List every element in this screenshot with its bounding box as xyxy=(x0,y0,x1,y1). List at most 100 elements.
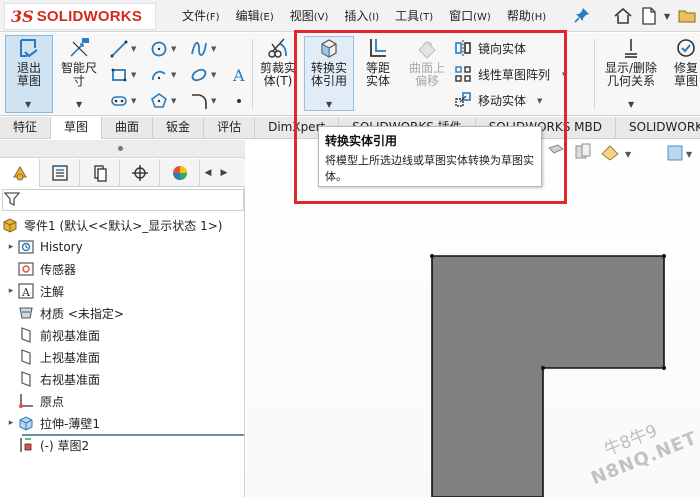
tree-root-label: 零件1 (默认<<默认>_显示状态 1>) xyxy=(24,218,223,233)
red-highlight-box xyxy=(294,30,567,204)
new-document-icon[interactable] xyxy=(638,5,660,27)
menu-file-label: 文件 xyxy=(182,9,207,23)
rectangle-dropdown-icon[interactable]: ▼ xyxy=(131,71,136,79)
line-dropdown-icon[interactable]: ▼ xyxy=(131,45,136,53)
svg-text:A: A xyxy=(232,66,245,84)
dimxpert-manager-tab-icon[interactable] xyxy=(120,159,160,187)
menu-help-key: (H) xyxy=(530,12,547,23)
text-icon[interactable]: A xyxy=(228,65,250,85)
menu-edit-key: (E) xyxy=(259,12,274,23)
arc-dropdown-icon[interactable]: ▼ xyxy=(171,71,176,79)
menu-tools-label: 工具 xyxy=(395,9,420,23)
repair-label: 修复草图 xyxy=(673,61,698,88)
new-dropdown-icon[interactable]: ▼ xyxy=(664,12,672,21)
menu-view[interactable]: 视图(V) xyxy=(284,0,335,32)
tab-sketch[interactable]: 草图 xyxy=(51,117,103,139)
rectangle-icon[interactable] xyxy=(108,65,130,85)
tree-item-front-plane[interactable]: 前视基准面 xyxy=(16,324,100,346)
tree-item-sensors[interactable]: 传感器 xyxy=(16,258,76,280)
tab-cam[interactable]: SOLIDWORKS CAM xyxy=(616,117,700,139)
tree-item-material[interactable]: 材质 <未指定> xyxy=(16,302,124,324)
filter-icon[interactable] xyxy=(3,191,21,207)
rollback-bar[interactable] xyxy=(22,434,244,436)
feature-filter-box[interactable] xyxy=(2,189,244,211)
tree-root-part[interactable]: 零件1 (默认<<默认>_显示状态 1>) xyxy=(0,214,222,236)
tab-evaluate[interactable]: 评估 xyxy=(204,117,256,139)
circle-dropdown-icon[interactable]: ▼ xyxy=(171,45,176,53)
menu-help-label: 帮助 xyxy=(506,9,531,23)
menu-window[interactable]: 窗口(W) xyxy=(443,0,497,32)
open-folder-icon[interactable] xyxy=(676,5,698,27)
menu-file[interactable]: 文件(F) xyxy=(176,0,226,32)
tree-item-origin[interactable]: 原点 xyxy=(16,390,64,412)
menu-edit[interactable]: 编辑(E) xyxy=(230,0,280,32)
tree-item-right-plane[interactable]: 右视基准面 xyxy=(16,368,100,390)
trim-label: 剪裁实体(T) xyxy=(259,61,296,88)
repair-sketch-icon xyxy=(673,35,699,61)
polygon-icon[interactable] xyxy=(148,91,170,111)
menu-bar: 文件(F) 编辑(E) 视图(V) 插入(I) 工具(T) 窗口(W) 帮助(H… xyxy=(176,0,556,32)
slot-dropdown-icon[interactable]: ▼ xyxy=(131,97,136,105)
ellipse-dropdown-icon[interactable]: ▼ xyxy=(211,71,216,79)
property-manager-tab-icon[interactable] xyxy=(40,159,80,187)
panel-resize-handle[interactable] xyxy=(0,140,245,158)
tree-item-extrude-thin[interactable]: ▸ 拉伸-薄壁1 xyxy=(6,412,100,434)
arc-icon[interactable] xyxy=(148,65,170,85)
part-icon xyxy=(0,216,20,234)
tab-surfaces[interactable]: 曲面 xyxy=(102,117,154,139)
smart-dimension-dropdown-icon[interactable]: ▼ xyxy=(76,100,82,109)
expand-arrow-icon[interactable]: ▸ xyxy=(6,286,16,296)
tree-item-sketch2[interactable]: (-) 草图2 xyxy=(16,434,89,456)
panel-tab-left-arrow-icon[interactable]: ◀ xyxy=(200,159,216,187)
menu-insert-label: 插入 xyxy=(344,9,369,23)
panel-tab-right-arrow-icon[interactable]: ▶ xyxy=(216,159,232,187)
point-icon[interactable] xyxy=(228,91,250,111)
polygon-dropdown-icon[interactable]: ▼ xyxy=(171,97,176,105)
home-icon[interactable] xyxy=(612,5,634,27)
exit-sketch-button[interactable]: 退出草图 xyxy=(6,35,52,88)
solidworks-logo[interactable]: 3S SOLIDWORKS xyxy=(4,3,156,30)
tree-item-label: 材质 <未指定> xyxy=(40,306,124,321)
smart-dimension-label: 智能尺寸 xyxy=(60,61,97,88)
title-bar: 3S SOLIDWORKS 文件(F) 编辑(E) 视图(V) 插入(I) 工具… xyxy=(0,0,700,32)
expand-arrow-icon[interactable]: ▸ xyxy=(6,418,16,428)
origin-icon xyxy=(16,392,36,410)
tab-features[interactable]: 特征 xyxy=(0,117,52,139)
pin-icon[interactable] xyxy=(574,7,592,25)
display-delete-relations-button[interactable]: 显示/删除几何关系 xyxy=(600,35,662,88)
feature-manager-tab-icon[interactable] xyxy=(0,159,40,187)
configuration-manager-tab-icon[interactable] xyxy=(80,159,120,187)
plane-icon xyxy=(16,348,36,366)
repair-sketch-button[interactable]: 修复草图 xyxy=(666,35,700,88)
fillet-dropdown-icon[interactable]: ▼ xyxy=(211,97,216,105)
menu-help[interactable]: 帮助(H) xyxy=(501,0,552,32)
tree-item-label: (-) 草图2 xyxy=(40,438,90,453)
tree-item-history[interactable]: ▸ History xyxy=(6,236,83,258)
tab-sheet-metal[interactable]: 钣金 xyxy=(153,117,205,139)
relations-icon xyxy=(618,35,644,61)
tree-item-annotations[interactable]: ▸ A 注解 xyxy=(6,280,64,302)
fillet-icon[interactable] xyxy=(188,91,210,111)
spline-dropdown-icon[interactable]: ▼ xyxy=(211,45,216,53)
tree-item-top-plane[interactable]: 上视基准面 xyxy=(16,346,100,368)
display-manager-tab-icon[interactable] xyxy=(160,159,200,187)
plane-icon xyxy=(16,370,36,388)
menu-view-key: (V) xyxy=(313,12,329,23)
line-icon[interactable] xyxy=(108,39,130,59)
exit-sketch-dropdown-icon[interactable]: ▼ xyxy=(25,100,31,109)
circle-icon[interactable] xyxy=(148,39,170,59)
relations-dropdown-icon[interactable]: ▼ xyxy=(628,100,634,109)
menu-tools-key: (T) xyxy=(419,12,434,23)
smart-dimension-button[interactable]: 智能尺寸 xyxy=(56,35,102,88)
tree-item-label: History xyxy=(40,240,83,254)
logo-prefix: 3S xyxy=(11,7,34,26)
ribbon-separator xyxy=(594,39,595,109)
spline-icon[interactable] xyxy=(188,39,210,59)
ellipse-icon[interactable] xyxy=(188,65,210,85)
menu-tools[interactable]: 工具(T) xyxy=(389,0,439,32)
menu-insert[interactable]: 插入(I) xyxy=(338,0,385,32)
slot-icon[interactable] xyxy=(108,91,130,111)
expand-arrow-icon[interactable]: ▸ xyxy=(6,242,16,252)
exit-sketch-icon xyxy=(16,35,42,61)
tree-item-label: 前视基准面 xyxy=(40,328,101,343)
